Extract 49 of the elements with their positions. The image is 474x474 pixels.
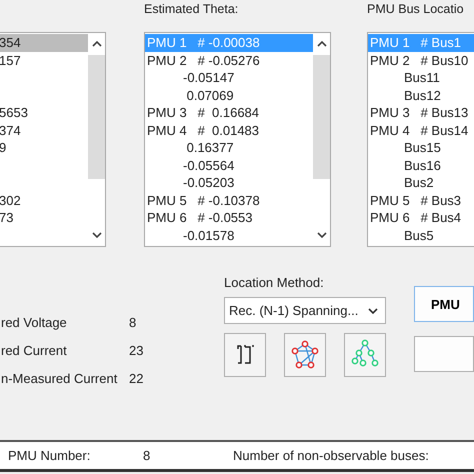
list-item[interactable]: 157: [0, 52, 88, 69]
graph-tool-button[interactable]: [284, 333, 326, 377]
list-item[interactable]: Bus12: [368, 86, 474, 104]
bracket-tool-button[interactable]: [224, 333, 266, 377]
scrollbar-thumb[interactable]: [88, 55, 105, 179]
stat-value: 22: [129, 370, 144, 388]
list-item[interactable]: -0.01578: [145, 226, 313, 244]
stat-label: red Current: [1, 342, 68, 360]
scroll-down-icon[interactable]: [316, 232, 326, 238]
status-label: Number of non-observable buses:: [232, 448, 430, 463]
dropdown-caret-icon: [368, 308, 378, 314]
list-item[interactable]: PMU 2 # Bus10: [368, 52, 474, 69]
list-item[interactable]: PMU 5 # Bus3: [368, 192, 474, 209]
list-item[interactable]: 0.16377: [145, 139, 313, 156]
stat-value: 8: [129, 314, 138, 332]
list-item[interactable]: PMU 3 # 0.16684: [145, 104, 313, 122]
list-item[interactable]: 0.07069: [145, 86, 313, 104]
list-title: PMU Bus Locatio: [367, 2, 465, 18]
list-item[interactable]: PMU 4 # 0.01483: [145, 122, 313, 139]
list-item[interactable]: 73: [0, 209, 88, 226]
list-item[interactable]: PMU 2 # -0.05276: [145, 52, 313, 69]
stat-value: 23: [129, 342, 144, 360]
stat-label: n-Measured Current: [1, 370, 118, 388]
pmu-button[interactable]: PMU: [414, 286, 474, 322]
list-item[interactable]: -0.05203: [145, 174, 313, 192]
network-graph-icon: [290, 340, 320, 370]
list-item[interactable]: PMU 6 # -0.0553: [145, 209, 313, 226]
scrollbar-thumb[interactable]: [313, 55, 330, 179]
method-label: Location Method:: [224, 274, 325, 292]
list-item[interactable]: -0.05564: [145, 156, 313, 174]
status-value: 8: [142, 448, 152, 463]
list-item[interactable]: Bus2: [368, 174, 474, 192]
list-item[interactable]: PMU 6 # Bus4: [368, 209, 474, 226]
method-dropdown[interactable]: Rec. (N-1) Spanning...: [224, 297, 386, 324]
scroll-up-icon[interactable]: [92, 41, 102, 47]
bracket-icon: [235, 344, 255, 366]
scroll-up-icon[interactable]: [316, 41, 326, 47]
list-item[interactable]: Bus15: [368, 139, 474, 156]
list-item[interactable]: Bus5: [368, 226, 474, 244]
list-item[interactable]: PMU 4 # Bus14: [368, 122, 474, 139]
status-label: PMU Number:: [7, 448, 92, 463]
list-item[interactable]: Bus11: [368, 69, 474, 86]
list-title: Estimated Theta:: [144, 2, 240, 18]
list-item[interactable]: PMU 3 # Bus13: [368, 104, 474, 122]
list-item[interactable]: -0.05147: [145, 69, 313, 86]
scroll-down-icon[interactable]: [92, 232, 102, 238]
stat-label: red Voltage: [1, 314, 68, 332]
list-item[interactable]: Bus16: [368, 156, 474, 174]
list-item[interactable]: PMU 5 # -0.10378: [145, 192, 313, 209]
